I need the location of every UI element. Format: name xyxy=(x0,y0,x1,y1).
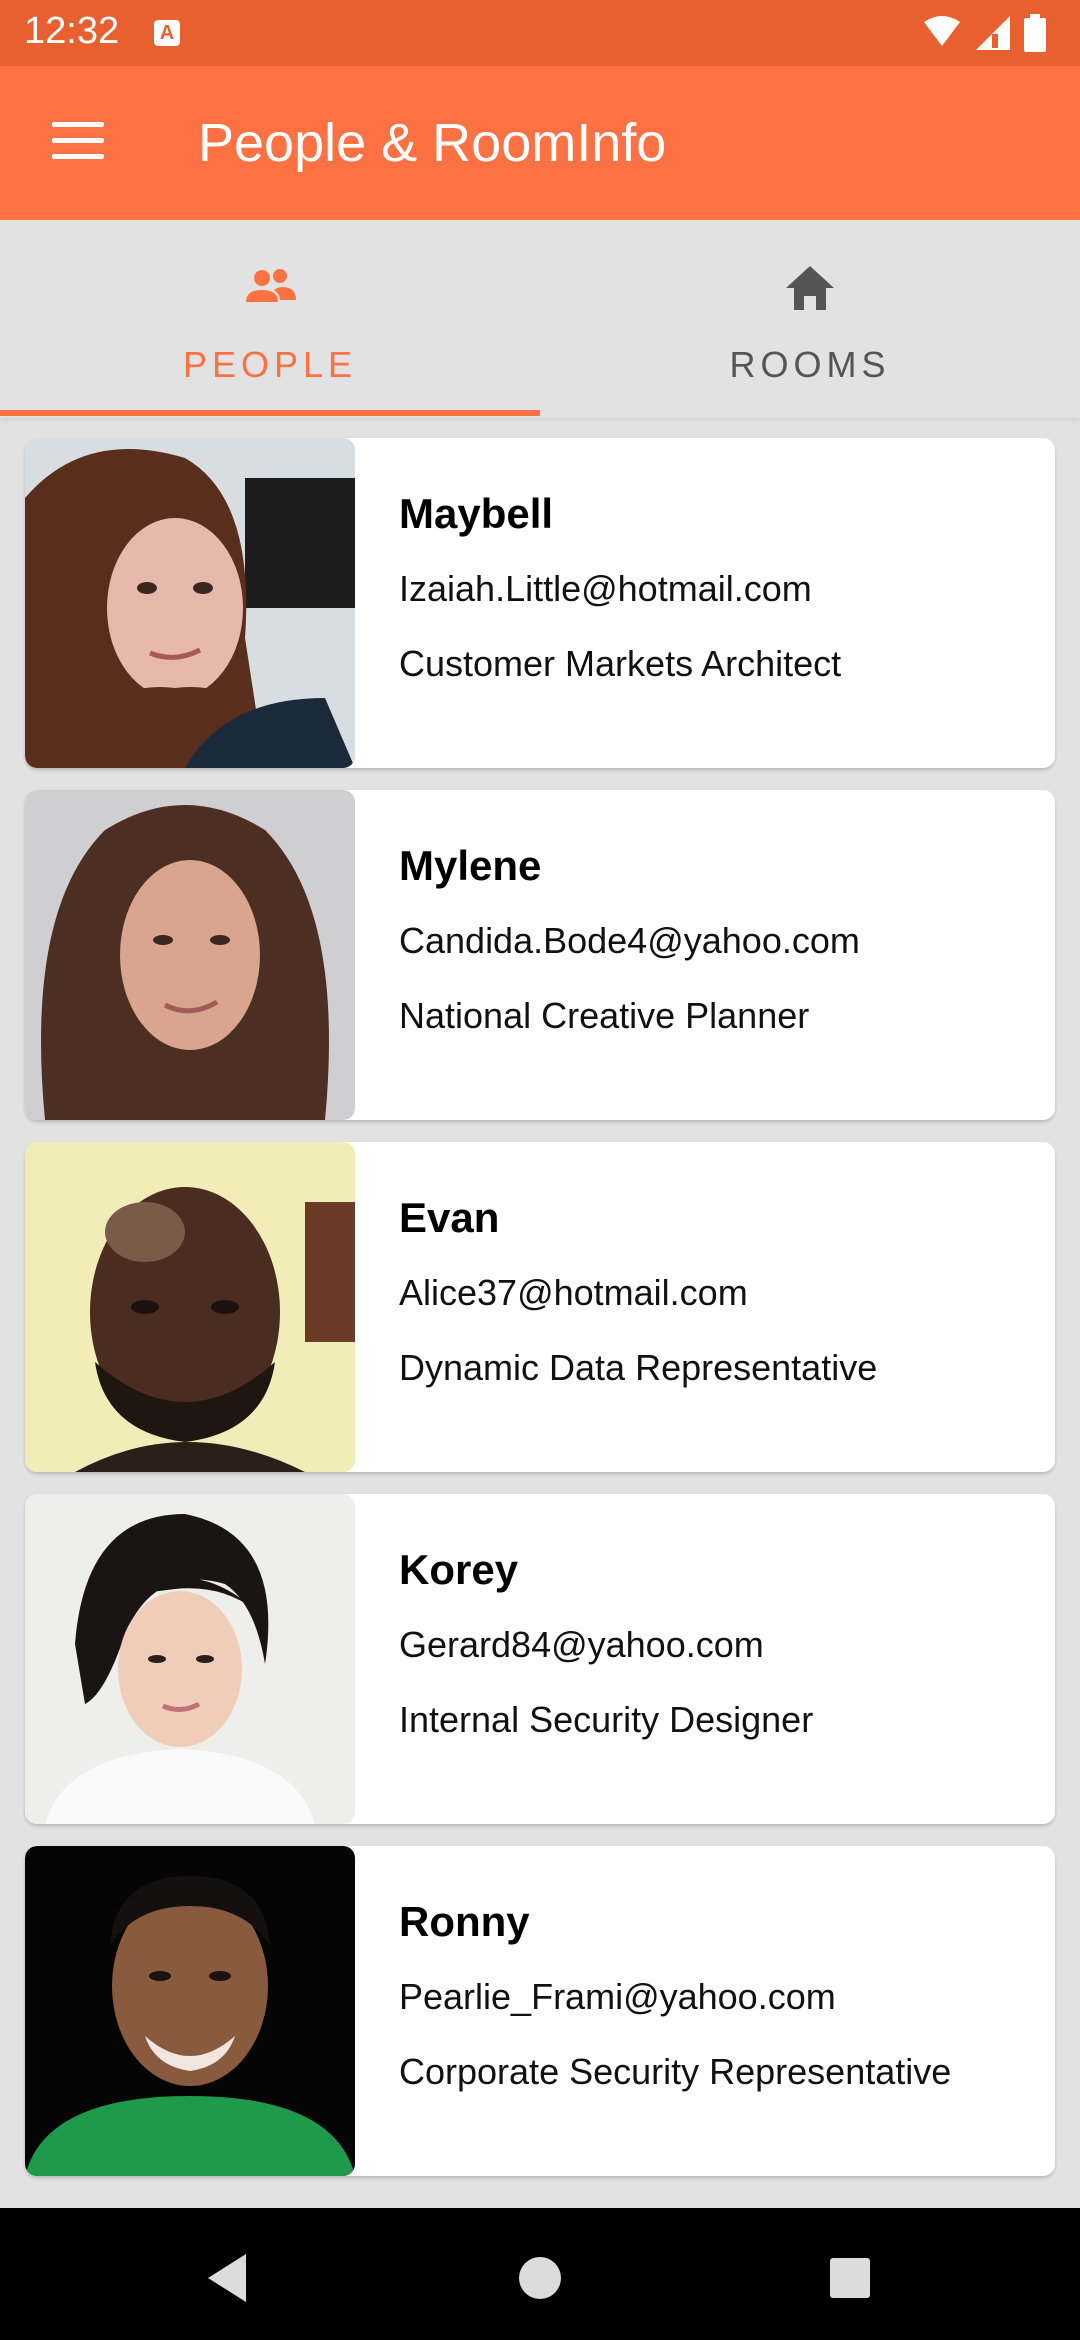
tab-rooms-label: ROOMS xyxy=(729,344,891,385)
person-photo xyxy=(25,438,355,768)
app-title: People & RoomInfo xyxy=(198,113,667,173)
person-email: Candida.Bode4@yahoo.com xyxy=(399,920,860,961)
recents-square-icon[interactable] xyxy=(820,2248,880,2308)
status-time: 12:32 xyxy=(24,10,120,52)
home-circle-icon[interactable] xyxy=(510,2248,570,2308)
system-nav-bar xyxy=(0,2208,1080,2340)
person-photo xyxy=(25,1846,355,2176)
tab-rooms[interactable]: ROOMS xyxy=(540,220,1080,418)
signal-icon xyxy=(976,16,1010,50)
person-photo xyxy=(25,1142,355,1472)
person-role: National Creative Planner xyxy=(399,995,810,1036)
tab-indicator xyxy=(0,410,540,416)
app-bar: People & RoomInfo xyxy=(0,66,1080,220)
people-list[interactable]: Maybell Izaiah.Little@hotmail.com Custom… xyxy=(0,418,1080,2208)
status-bar: 12:32 A xyxy=(0,0,1080,66)
people-icon xyxy=(246,269,296,302)
person-name: Evan xyxy=(399,1194,500,1241)
status-icons xyxy=(920,14,1080,54)
person-card[interactable]: Maybell Izaiah.Little@hotmail.com Custom… xyxy=(25,438,1055,768)
person-photo xyxy=(25,790,355,1120)
person-name: Mylene xyxy=(399,842,542,889)
person-card[interactable]: Korey Gerard84@yahoo.com Internal Securi… xyxy=(25,1494,1055,1824)
person-photo xyxy=(25,1494,355,1824)
battery-icon xyxy=(1024,14,1046,52)
person-email: Gerard84@yahoo.com xyxy=(399,1624,764,1665)
person-card[interactable]: Ronny Pearlie_Frami@yahoo.com Corporate … xyxy=(25,1846,1055,2176)
person-name: Korey xyxy=(399,1546,519,1593)
person-card[interactable]: Mylene Candida.Bode4@yahoo.com National … xyxy=(25,790,1055,1120)
person-name: Maybell xyxy=(399,490,554,537)
hamburger-menu-icon[interactable] xyxy=(52,122,104,162)
home-icon xyxy=(786,266,834,310)
notification-icon: A xyxy=(154,20,180,46)
tab-bar: PEOPLE ROOMS xyxy=(0,220,1080,418)
person-email: Alice37@hotmail.com xyxy=(399,1272,748,1313)
person-name: Ronny xyxy=(399,1898,530,1945)
person-email: Pearlie_Frami@yahoo.com xyxy=(399,1976,836,2017)
person-role: Dynamic Data Representative xyxy=(399,1347,878,1388)
tab-people-label: PEOPLE xyxy=(182,344,358,385)
back-icon[interactable] xyxy=(196,2248,256,2308)
person-email: Izaiah.Little@hotmail.com xyxy=(399,568,812,609)
person-role: Corporate Security Representative xyxy=(399,2051,952,2092)
tab-people[interactable]: PEOPLE xyxy=(0,220,540,418)
person-role: Customer Markets Architect xyxy=(399,643,842,684)
person-role: Internal Security Designer xyxy=(399,1699,814,1740)
person-card[interactable]: Evan Alice37@hotmail.com Dynamic Data Re… xyxy=(25,1142,1055,1472)
wifi-icon xyxy=(924,16,960,46)
